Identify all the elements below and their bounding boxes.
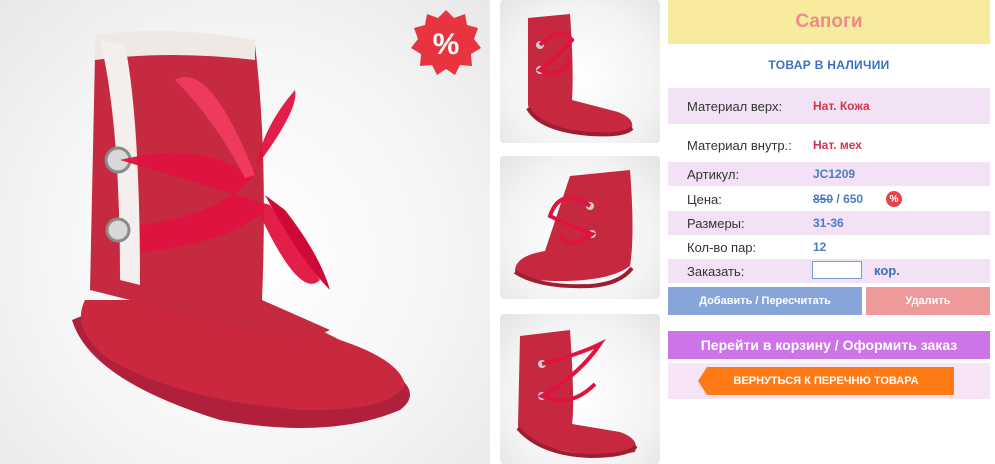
price-separator: /	[836, 192, 840, 206]
back-to-list-button[interactable]: ВЕРНУТЬСЯ К ПЕРЕЧНЮ ТОВАРА	[698, 367, 954, 395]
order-quantity-input[interactable]	[812, 261, 862, 279]
main-product-image[interactable]: %	[0, 0, 490, 464]
product-title-bar: Сапоги	[668, 0, 990, 44]
thumbnail-2[interactable]	[500, 156, 660, 299]
back-button-container: ВЕРНУТЬСЯ К ПЕРЕЧНЮ ТОВАРА	[668, 363, 990, 399]
boot-thumbnail-icon	[526, 14, 634, 137]
order-unit: кор.	[874, 263, 900, 278]
detail-row-upper-material: Материал верх: Нат. Кожа	[668, 88, 990, 124]
product-info-panel: Сапоги ТОВАР В НАЛИЧИИ Материал верх: На…	[668, 0, 990, 464]
price-value: 850 / 650	[813, 192, 863, 206]
detail-value: 12	[813, 240, 827, 254]
detail-label: Заказать:	[687, 263, 745, 279]
discount-icon: %	[886, 191, 902, 207]
detail-row-order: Заказать: кор.	[668, 259, 990, 283]
detail-row-article: Артикул: JC1209	[668, 162, 990, 186]
detail-value: JC1209	[813, 167, 856, 181]
detail-row-sizes: Размеры: 31-36	[668, 211, 990, 235]
detail-row-price: Цена: 850 / 650 %	[668, 187, 990, 211]
sale-badge-text: %	[433, 28, 460, 61]
detail-row-pairs: Кол-во пар: 12	[668, 235, 990, 259]
go-to-cart-button[interactable]: Перейти в корзину / Оформить заказ	[668, 331, 990, 359]
stock-status: ТОВАР В НАЛИЧИИ	[768, 58, 890, 72]
delete-button[interactable]: Удалить	[866, 287, 990, 315]
detail-label: Размеры:	[687, 215, 745, 231]
detail-label: Материал внутр.:	[687, 137, 792, 153]
thumbnail-1[interactable]	[500, 0, 660, 143]
detail-value: 31-36	[813, 216, 844, 230]
detail-label: Цена:	[687, 191, 722, 207]
product-title: Сапоги	[795, 11, 863, 32]
detail-value: Нат. Кожа	[813, 99, 870, 113]
old-price: 850	[813, 192, 834, 206]
thumbnail-3[interactable]	[500, 314, 660, 464]
detail-value: Нат. мех	[813, 138, 862, 152]
detail-row-inner-material: Материал внутр.: Нат. мех	[668, 130, 990, 160]
boot-thumbnail-icon	[513, 170, 634, 289]
detail-label: Материал верх:	[687, 98, 783, 114]
new-price: 650	[843, 192, 864, 206]
boot-thumbnail-icon	[516, 330, 638, 459]
add-recalculate-button[interactable]: Добавить / Пересчитать	[668, 287, 862, 315]
detail-label: Кол-во пар:	[687, 239, 757, 255]
sale-badge: %	[409, 8, 483, 78]
detail-label: Артикул:	[687, 166, 740, 182]
